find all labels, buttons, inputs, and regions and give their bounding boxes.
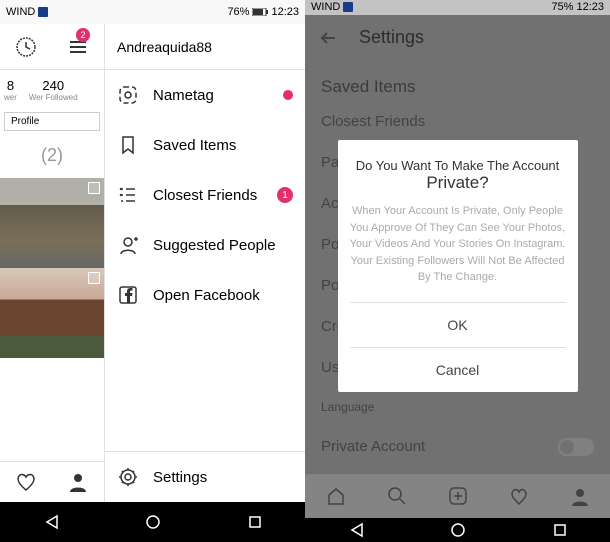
menu-badge: 2: [76, 28, 90, 42]
stat-following[interactable]: 240 Wer Followed: [29, 78, 78, 102]
status-bar-right: WIND 75% 12:23: [305, 0, 610, 15]
dialog-title-line2: Private?: [350, 173, 566, 193]
nametag-icon: [117, 84, 139, 106]
post-thumbnail[interactable]: [0, 268, 104, 358]
menu-close-friends[interactable]: Closest Friends 1: [105, 170, 305, 220]
menu-label: Suggested People: [153, 237, 276, 254]
wifi-icon: [38, 7, 48, 17]
menu-saved[interactable]: Saved Items: [105, 120, 305, 170]
menu-facebook[interactable]: Open Facebook: [105, 270, 305, 320]
nav-home-icon[interactable]: [145, 514, 161, 530]
profile-icon[interactable]: [66, 470, 90, 494]
gear-icon: [117, 466, 139, 488]
modal-overlay: Do You Want To Make The Account Private?…: [305, 15, 610, 518]
post-count: (2): [0, 133, 104, 178]
username[interactable]: Andreaquida88: [105, 24, 305, 70]
menu-settings[interactable]: Settings: [105, 452, 305, 502]
privacy-dialog: Do You Want To Make The Account Private?…: [338, 140, 578, 392]
history-icon[interactable]: [15, 36, 37, 58]
post-thumbnail[interactable]: [0, 178, 104, 268]
menu-label: Nametag: [153, 87, 214, 104]
carousel-icon: [88, 272, 100, 284]
clock: 12:23: [271, 6, 299, 18]
profile-sidebar: 2 8 wer 240 Wer Followed Profile (2): [0, 24, 105, 502]
phone-left: WIND 76% 12:23 2 8 wer: [0, 0, 305, 542]
menu-suggested[interactable]: Suggested People: [105, 220, 305, 270]
carousel-icon: [88, 182, 100, 194]
nav-home-icon[interactable]: [450, 522, 466, 538]
phone-right: WIND 75% 12:23 Settings Saved Items Clos…: [305, 0, 610, 542]
nav-recent-icon[interactable]: [248, 515, 262, 529]
bookmark-icon: [117, 134, 139, 156]
android-nav: [305, 518, 610, 542]
dialog-ok-button[interactable]: OK: [350, 302, 566, 347]
android-nav: [0, 502, 305, 542]
battery-icon: [252, 8, 268, 16]
list-icon: [117, 184, 139, 206]
clock: 12:23: [576, 1, 604, 13]
notification-dot: [283, 90, 293, 100]
stat-followers[interactable]: 8 wer: [4, 78, 17, 102]
notification-badge: 1: [277, 187, 293, 203]
menu-label: Closest Friends: [153, 187, 257, 204]
carrier: WIND: [6, 6, 35, 18]
edit-profile-button[interactable]: Profile: [4, 112, 100, 131]
nav-back-icon[interactable]: [348, 522, 364, 538]
heart-icon[interactable]: [14, 470, 38, 494]
wifi-icon: [343, 2, 353, 12]
dialog-title-line1: Do You Want To Make The Account: [350, 158, 566, 173]
battery-pct: 76%: [227, 6, 249, 18]
add-person-icon: [117, 234, 139, 256]
carrier: WIND: [311, 1, 340, 13]
status-bar-left: WIND 76% 12:23: [0, 0, 305, 24]
nav-back-icon[interactable]: [43, 514, 59, 530]
drawer-menu: Andreaquida88 Nametag Saved Items Closes…: [105, 24, 305, 502]
menu-nametag[interactable]: Nametag: [105, 70, 305, 120]
menu-label: Saved Items: [153, 137, 236, 154]
nav-recent-icon[interactable]: [553, 523, 567, 537]
menu-label: Open Facebook: [153, 287, 260, 304]
dialog-body: When Your Account Is Private, Only Peopl…: [350, 203, 566, 286]
menu-label: Settings: [153, 469, 207, 486]
battery-pct: 75%: [551, 1, 573, 13]
dialog-cancel-button[interactable]: Cancel: [350, 347, 566, 392]
facebook-icon: [117, 284, 139, 306]
